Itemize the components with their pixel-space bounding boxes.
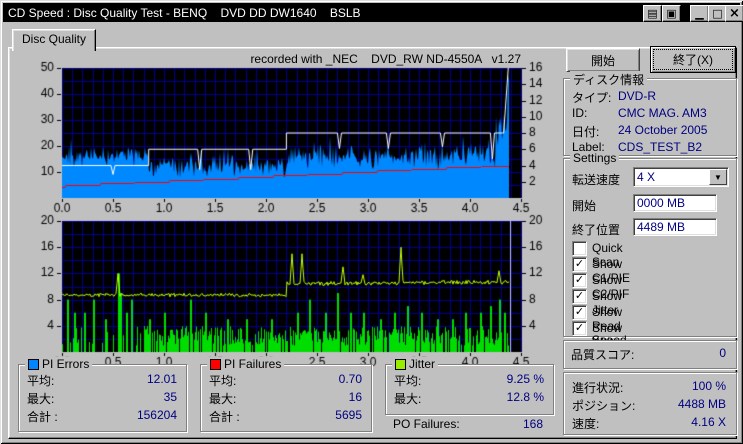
speed-label: 転送速度	[572, 173, 621, 187]
show-read-speed-checkbox[interactable]: ✓	[572, 305, 587, 320]
jitter-avg-row: 平均: 9.25 %	[394, 372, 544, 388]
show-jitter-checkbox[interactable]: ✓	[572, 289, 587, 304]
pi-errors-groupbox: PI Errors 平均: 12.01 最大: 35 合計 :156204	[18, 357, 187, 432]
save-icon[interactable]: ▣	[662, 5, 681, 22]
pi-errors-max-row: 最大: 35	[27, 390, 177, 406]
start-position-input[interactable]: 0000 MB	[633, 194, 717, 212]
pi-failures-max-row: 最大: 16	[209, 390, 362, 406]
po-failures-row: PO Failures: 168	[393, 417, 543, 431]
pi-failures-groupbox: PI Failures 平均: 0.70 最大: 16 合計 :5695	[200, 357, 372, 432]
show-c1-pie-checkbox[interactable]: ✓	[572, 257, 587, 272]
pi-errors-chart	[24, 56, 564, 216]
jitter-legend-swatch	[395, 358, 406, 370]
start-button[interactable]: 開始	[566, 48, 640, 72]
speed-select[interactable]: 4 X ▼	[633, 167, 729, 187]
app-window: CD Speed : Disc Quality Test - BENQ DVD …	[0, 0, 743, 444]
pi-errors-title: PI Errors	[42, 357, 90, 371]
quality-score-panel: 品質スコア: 0	[563, 340, 737, 369]
settings-title: Settings	[570, 151, 620, 165]
start-position-label: 開始	[572, 199, 597, 213]
pi-failures-jitter-chart	[24, 214, 564, 368]
quality-score-label: 品質スコア:	[571, 348, 635, 362]
pi-errors-total-row: 合計 :156204	[27, 408, 177, 424]
quality-score-value: 0	[719, 346, 726, 360]
pi-errors-legend-swatch	[28, 358, 39, 370]
jitter-max-row: 最大: 12.8 %	[394, 390, 544, 406]
tab-disc-quality[interactable]: Disc Quality	[12, 29, 97, 51]
position-row: ポジション: 4488 MB	[572, 397, 726, 413]
disc-type-row: タイプ: DVD-R	[572, 89, 656, 105]
jitter-groupbox: Jitter 平均: 9.25 % 最大: 12.8 %	[385, 357, 554, 415]
chevron-down-icon[interactable]: ▼	[709, 169, 727, 185]
close-icon[interactable]: ×	[725, 5, 743, 22]
show-c2-pif-checkbox[interactable]: ✓	[572, 273, 587, 288]
disc-date-row: 日付: 24 October 2005	[572, 123, 708, 139]
disc-info-title: ディスク情報	[570, 71, 648, 88]
pi-failures-total-row: 合計 :5695	[209, 408, 362, 424]
disc-info-groupbox: ディスク情報 タイプ: DVD-R ID: CMC MAG. AM3 日付: 24 O…	[563, 71, 737, 156]
progress-row: 進行状況: 100 %	[572, 379, 726, 395]
pi-failures-title: PI Failures	[224, 357, 282, 371]
settings-groupbox: Settings 転送速度 4 X ▼ 開始 0000 MB 終了位置 4489…	[563, 151, 737, 363]
end-position-label: 終了位置	[572, 223, 621, 237]
pi-failures-legend-swatch	[210, 358, 221, 370]
exit-button[interactable]: 終了(X)	[650, 46, 736, 73]
end-position-input[interactable]: 4489 MB	[633, 218, 717, 236]
minimize-icon[interactable]: ▁	[690, 5, 709, 22]
disc-id-row: ID: CMC MAG. AM3	[572, 106, 707, 120]
po-failures-value: 168	[522, 417, 543, 431]
quick-scan-checkbox[interactable]	[572, 241, 587, 256]
jitter-title: Jitter	[409, 357, 436, 371]
show-write-speed-checkbox[interactable]: ✓	[572, 321, 587, 336]
title-bar: CD Speed : Disc Quality Test - BENQ DVD …	[3, 3, 743, 22]
window-title: CD Speed : Disc Quality Test - BENQ DVD …	[8, 5, 361, 20]
speed-row: 速度: 4.16 X	[572, 415, 726, 431]
pi-failures-avg-row: 平均: 0.70	[209, 372, 362, 388]
progress-panel: 進行状況: 100 % ポジション: 4488 MB 速度: 4.16 X	[563, 372, 737, 435]
pi-errors-avg-row: 平均: 12.01	[27, 372, 177, 388]
report-icon[interactable]: ▤	[643, 5, 662, 22]
